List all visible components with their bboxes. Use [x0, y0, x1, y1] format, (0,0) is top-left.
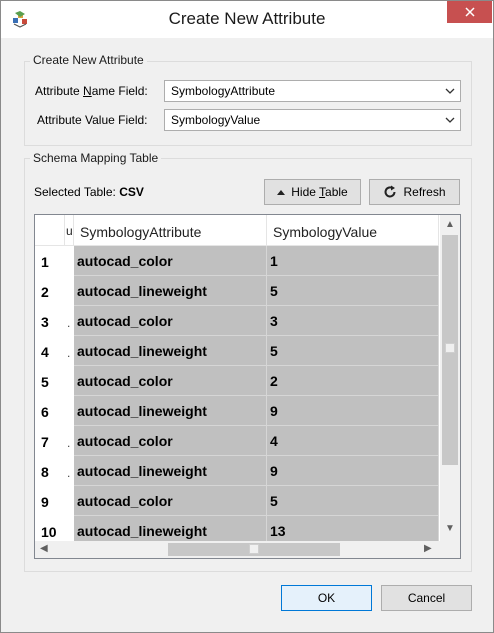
hidden-column-header[interactable]: u	[65, 215, 74, 246]
attribute-cell[interactable]: autocad_lineweight	[74, 336, 267, 366]
horizontal-scrollbar[interactable]: ◀ ▶	[35, 541, 440, 558]
scroll-corner	[440, 541, 460, 558]
attribute-name-label: Attribute Name Field:	[35, 84, 148, 98]
schema-mapping-table[interactable]: u SymbologyAttribute SymbologyValue 1 au…	[34, 214, 461, 559]
vertical-scroll-grip	[445, 343, 455, 353]
row-header[interactable]: 3	[35, 306, 65, 336]
attribute-cell[interactable]: autocad_lineweight	[74, 396, 267, 426]
attribute-cell[interactable]: autocad_color	[74, 246, 267, 276]
row-header[interactable]: 6	[35, 396, 65, 426]
row-header[interactable]: 8	[35, 456, 65, 486]
selected-table-label: Selected Table:	[34, 185, 116, 199]
row-header[interactable]: 1	[35, 246, 65, 276]
hide-table-label-post: able	[325, 185, 348, 199]
column-header-value[interactable]: SymbologyValue	[267, 215, 439, 246]
schema-mapping-group-label: Schema Mapping Table	[30, 151, 162, 165]
value-cell[interactable]: 2	[267, 366, 439, 396]
create-attribute-group-label: Create New Attribute	[30, 53, 147, 67]
attribute-cell[interactable]: autocad_color	[74, 306, 267, 336]
hidden-cell	[65, 486, 74, 516]
row-header[interactable]: 9	[35, 486, 65, 516]
refresh-label: Refresh	[403, 185, 446, 199]
row-header[interactable]: 7	[35, 426, 65, 456]
hidden-cell	[65, 366, 74, 396]
close-button[interactable]	[447, 1, 492, 23]
value-cell[interactable]: 3	[267, 306, 439, 336]
title-bar: Create New Attribute	[1, 1, 493, 38]
attribute-value-value: SymbologyValue	[171, 113, 261, 127]
row-header[interactable]: 4	[35, 336, 65, 366]
ok-button[interactable]: OK	[281, 585, 372, 611]
attribute-name-label-pre: Attribute	[35, 84, 84, 98]
corner-header	[35, 215, 65, 246]
scroll-up-icon[interactable]: ▲	[445, 220, 455, 230]
dialog-window: Create New Attribute Create New Attribut…	[0, 0, 494, 633]
row-header[interactable]: 5	[35, 366, 65, 396]
hidden-cell: .	[65, 456, 74, 486]
attribute-name-label-mnemonic: N	[83, 84, 92, 98]
chevron-down-icon	[445, 88, 455, 94]
chevron-down-icon	[445, 117, 455, 123]
value-cell[interactable]: 5	[267, 486, 439, 516]
attribute-name-label-post: ame Field:	[91, 84, 148, 98]
hidden-cell: .	[65, 426, 74, 456]
hidden-cell: .	[65, 336, 74, 366]
horizontal-scroll-grip	[249, 544, 259, 554]
attribute-name-combo[interactable]: SymbologyAttribute	[164, 80, 461, 102]
create-attribute-group	[24, 61, 472, 146]
attribute-cell[interactable]: autocad_color	[74, 426, 267, 456]
cancel-button[interactable]: Cancel	[381, 585, 472, 611]
value-cell[interactable]: 9	[267, 396, 439, 426]
value-cell[interactable]: 5	[267, 336, 439, 366]
selected-table-info: Selected Table: CSV	[34, 185, 144, 199]
value-cell[interactable]: 5	[267, 276, 439, 306]
attribute-name-value: SymbologyAttribute	[171, 84, 276, 98]
attribute-cell[interactable]: autocad_color	[74, 366, 267, 396]
caret-up-icon	[277, 190, 286, 195]
attribute-value-combo[interactable]: SymbologyValue	[164, 109, 461, 131]
hide-table-button[interactable]: Hide Table	[264, 179, 361, 205]
row-header[interactable]: 2	[35, 276, 65, 306]
attribute-cell[interactable]: autocad_color	[74, 486, 267, 516]
hide-table-label: Hide Table	[291, 185, 347, 199]
refresh-button[interactable]: Refresh	[369, 179, 460, 205]
value-cell[interactable]: 4	[267, 426, 439, 456]
column-header-attribute[interactable]: SymbologyAttribute	[74, 215, 267, 246]
scroll-down-icon[interactable]: ▼	[445, 524, 455, 534]
close-icon	[464, 7, 475, 17]
attribute-value-label: Attribute Value Field:	[37, 113, 148, 127]
selected-table-value: CSV	[119, 185, 144, 199]
refresh-icon	[385, 185, 396, 198]
hidden-cell	[65, 276, 74, 306]
hidden-cell	[65, 396, 74, 426]
hide-table-label-pre: Hide	[291, 185, 320, 199]
scroll-right-icon[interactable]: ▶	[424, 544, 432, 554]
value-cell[interactable]: 9	[267, 456, 439, 486]
hidden-cell: .	[65, 306, 74, 336]
hidden-cell	[65, 246, 74, 276]
attribute-cell[interactable]: autocad_lineweight	[74, 276, 267, 306]
window-title: Create New Attribute	[168, 9, 326, 28]
vertical-scrollbar[interactable]: ▲ ▼	[440, 215, 460, 541]
value-cell[interactable]: 1	[267, 246, 439, 276]
attribute-cell[interactable]: autocad_lineweight	[74, 456, 267, 486]
scroll-left-icon[interactable]: ◀	[40, 544, 48, 554]
